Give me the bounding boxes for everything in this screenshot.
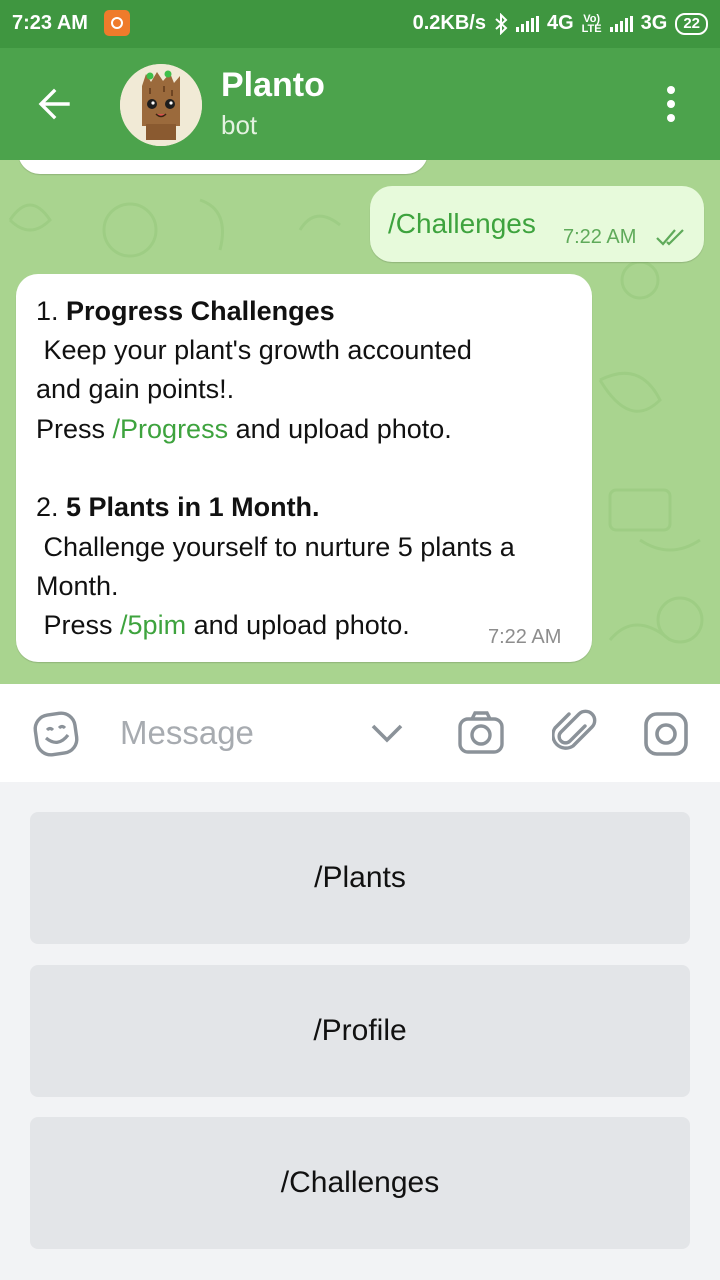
message-line-4: Press /Progress and upload photo. — [36, 414, 452, 445]
battery-icon: 22 — [675, 12, 708, 35]
notification-app-icon — [104, 10, 130, 36]
chevron-down-icon[interactable] — [368, 718, 406, 748]
incoming-message[interactable]: 1. Progress Challenges Keep your plant's… — [16, 274, 592, 662]
bot-avatar-icon — [120, 64, 202, 146]
outgoing-message-text[interactable]: /Challenges — [388, 208, 536, 240]
message-line-1: 1. Progress Challenges — [36, 296, 335, 327]
chat-subtitle: bot — [221, 110, 258, 140]
command-link[interactable]: /5pim — [120, 610, 186, 640]
message-line-8: Press /5pim and upload photo. — [36, 610, 410, 641]
keyboard-button-plants[interactable]: /Plants — [30, 812, 690, 944]
message-composer — [0, 684, 720, 782]
message-line-7: Month. — [36, 571, 119, 601]
line-text: and upload photo. — [186, 610, 410, 640]
bluetooth-icon — [495, 12, 508, 35]
arrow-left-icon[interactable] — [34, 84, 74, 124]
status-icons: 0.2KB/s 4G Vo) LTE 3G 22 — [413, 12, 708, 35]
message-input[interactable] — [104, 706, 376, 760]
signal-icon-1 — [515, 15, 539, 32]
double-check-icon — [656, 229, 684, 246]
chat-header: Planto bot — [0, 48, 720, 160]
line-text: Press — [36, 610, 121, 640]
message-line-3: and gain points!. — [36, 374, 235, 404]
keyboard-button-profile[interactable]: /Profile — [30, 965, 690, 1097]
line-text: and upload photo. — [228, 414, 452, 444]
avatar[interactable] — [120, 64, 202, 146]
network-4g: 4G — [546, 12, 574, 34]
challenge-title: 5 Plants in 1 Month. — [66, 492, 320, 522]
paperclip-icon[interactable] — [552, 708, 598, 758]
challenge-title: Progress Challenges — [66, 296, 335, 326]
keyboard-button-challenges[interactable]: /Challenges — [30, 1117, 690, 1249]
more-vertical-icon[interactable] — [660, 84, 682, 124]
status-bar: 7:23 AM 0.2KB/s 4G Vo) LTE 3G 22 — [0, 0, 720, 48]
signal-icon-2 — [609, 15, 633, 32]
line-text: Press — [36, 414, 113, 444]
chat-area[interactable]: /Challenges 7:22 AM 1. Progress Challeng… — [0, 160, 720, 684]
list-number: 2. — [36, 492, 67, 522]
message-line-6: Challenge yourself to nurture 5 plants a — [36, 532, 515, 562]
volte-bottom: LTE — [581, 22, 602, 35]
previous-message-bubble — [18, 160, 428, 174]
outgoing-message-time: 7:22 AM — [563, 226, 637, 248]
message-line-5: 2. 5 Plants in 1 Month. — [36, 492, 320, 523]
message-line-2: Keep your plant's growth accounted — [36, 335, 472, 365]
bot-keyboard: /Plants /Profile /Challenges — [0, 782, 720, 1280]
network-speed: 0.2KB/s — [412, 12, 486, 34]
list-number: 1. — [36, 296, 67, 326]
command-link[interactable]: /Progress — [113, 414, 229, 444]
chat-title: Planto — [221, 66, 325, 104]
status-time: 7:23 AM — [12, 12, 88, 34]
incoming-message-time: 7:22 AM — [488, 626, 562, 648]
network-3g: 3G — [640, 12, 668, 34]
instagram-icon[interactable] — [642, 710, 690, 758]
emoji-icon[interactable] — [32, 710, 80, 758]
volte-badge: Vo) LTE — [581, 13, 602, 35]
camera-icon[interactable] — [456, 710, 506, 756]
outgoing-message[interactable]: /Challenges 7:22 AM — [370, 186, 704, 262]
